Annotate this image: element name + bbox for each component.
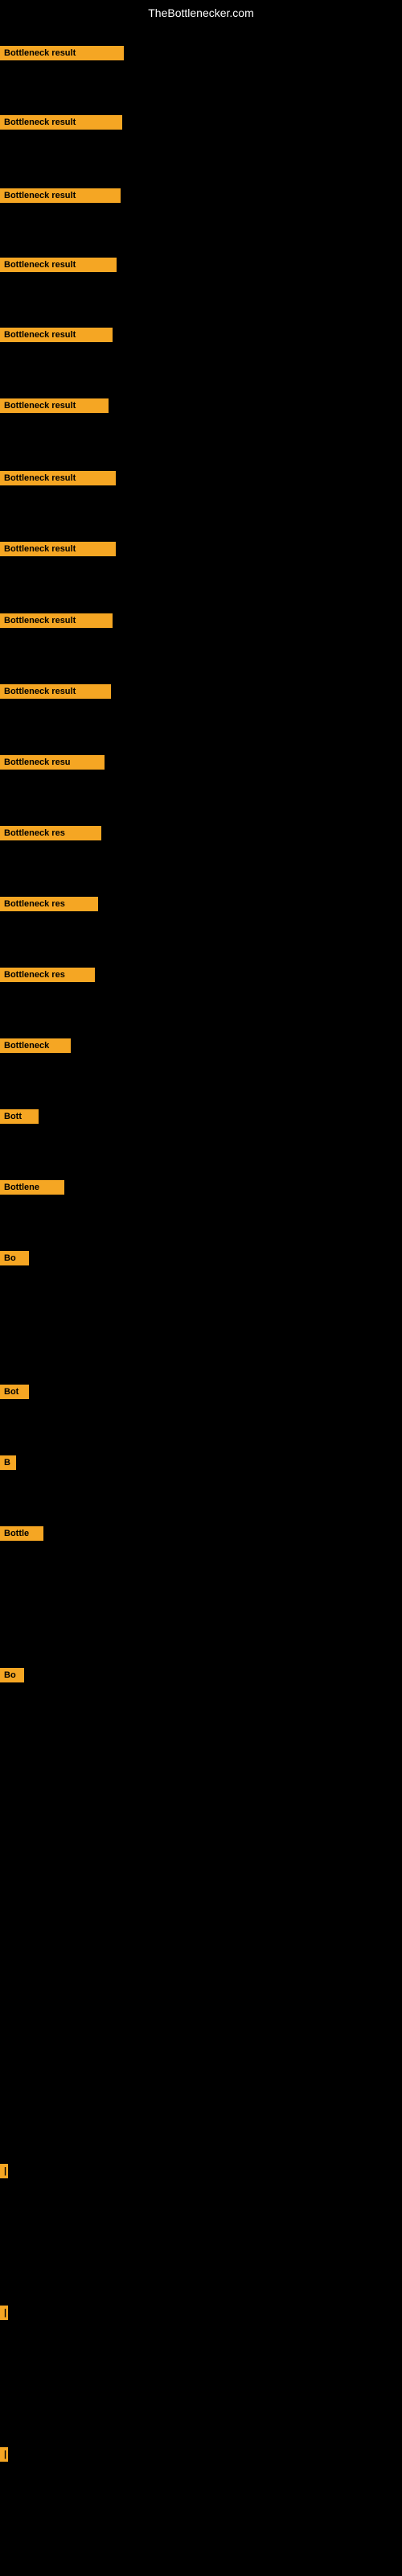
badge-container-12: Bottleneck res [0, 897, 98, 915]
bottleneck-badge-20[interactable]: Bottle [0, 1526, 43, 1541]
bottleneck-badge-8[interactable]: Bottleneck result [0, 613, 113, 628]
bottleneck-badge-1[interactable]: Bottleneck result [0, 115, 122, 130]
badge-container-14: Bottleneck [0, 1038, 71, 1057]
bottleneck-badge-21[interactable]: Bo [0, 1668, 24, 1682]
bottleneck-badge-22[interactable]: | [0, 2164, 8, 2178]
badge-container-23: | [0, 2306, 6, 2324]
bottleneck-badge-24[interactable]: | [0, 2447, 8, 2462]
badge-container-17: Bo [0, 1251, 29, 1269]
bottleneck-badge-18[interactable]: Bot [0, 1385, 29, 1399]
bottleneck-badge-13[interactable]: Bottleneck res [0, 968, 95, 982]
bottleneck-badge-15[interactable]: Bott [0, 1109, 39, 1124]
bottleneck-badge-23[interactable]: | [0, 2306, 8, 2320]
bottleneck-badge-4[interactable]: Bottleneck result [0, 328, 113, 342]
badge-container-16: Bottlene [0, 1180, 64, 1199]
badge-container-7: Bottleneck result [0, 542, 116, 560]
bottleneck-badge-10[interactable]: Bottleneck resu [0, 755, 105, 770]
badge-container-5: Bottleneck result [0, 398, 109, 417]
badge-container-6: Bottleneck result [0, 471, 116, 489]
bottleneck-badge-9[interactable]: Bottleneck result [0, 684, 111, 699]
badge-container-22: | [0, 2164, 6, 2182]
badge-container-9: Bottleneck result [0, 684, 111, 703]
bottleneck-badge-16[interactable]: Bottlene [0, 1180, 64, 1195]
badge-container-11: Bottleneck res [0, 826, 101, 844]
badge-container-3: Bottleneck result [0, 258, 117, 276]
bottleneck-badge-0[interactable]: Bottleneck result [0, 46, 124, 60]
badge-container-1: Bottleneck result [0, 115, 122, 134]
badge-container-21: Bo [0, 1668, 24, 1686]
bottleneck-badge-11[interactable]: Bottleneck res [0, 826, 101, 840]
bottleneck-badge-7[interactable]: Bottleneck result [0, 542, 116, 556]
bottleneck-badge-3[interactable]: Bottleneck result [0, 258, 117, 272]
badge-container-15: Bott [0, 1109, 39, 1128]
badge-container-4: Bottleneck result [0, 328, 113, 346]
badge-container-24: | [0, 2447, 6, 2466]
bottleneck-badge-6[interactable]: Bottleneck result [0, 471, 116, 485]
site-title: TheBottlenecker.com [0, 0, 402, 23]
badge-container-19: B [0, 1455, 16, 1474]
bottleneck-badge-2[interactable]: Bottleneck result [0, 188, 121, 203]
bottleneck-badge-17[interactable]: Bo [0, 1251, 29, 1265]
badge-container-8: Bottleneck result [0, 613, 113, 632]
badge-container-18: Bot [0, 1385, 29, 1403]
badge-container-0: Bottleneck result [0, 46, 124, 64]
bottleneck-badge-5[interactable]: Bottleneck result [0, 398, 109, 413]
badge-container-2: Bottleneck result [0, 188, 121, 207]
bottleneck-badge-14[interactable]: Bottleneck [0, 1038, 71, 1053]
bottleneck-badge-19[interactable]: B [0, 1455, 16, 1470]
badge-container-13: Bottleneck res [0, 968, 95, 986]
badge-container-20: Bottle [0, 1526, 43, 1545]
bottleneck-badge-12[interactable]: Bottleneck res [0, 897, 98, 911]
badge-container-10: Bottleneck resu [0, 755, 105, 774]
